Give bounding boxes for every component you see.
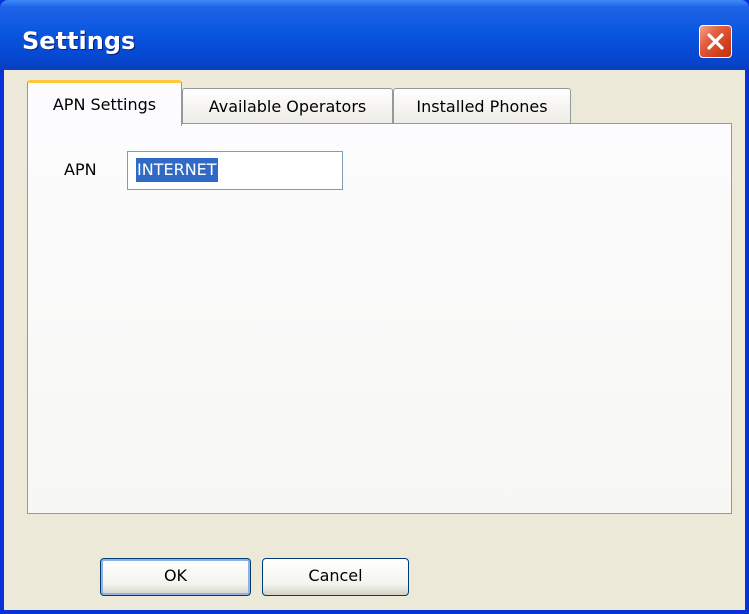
tab-installed-phones[interactable]: Installed Phones: [393, 88, 571, 124]
tab-label: APN Settings: [52, 95, 157, 114]
close-icon: [707, 33, 724, 50]
tab-apn-settings[interactable]: APN Settings: [27, 80, 182, 126]
tab-label: Available Operators: [208, 97, 367, 116]
apn-input-value: INTERNET: [136, 158, 218, 182]
cancel-button[interactable]: Cancel: [262, 558, 409, 596]
apn-input[interactable]: INTERNET: [127, 151, 343, 190]
window-title: Settings: [22, 27, 136, 55]
ok-button[interactable]: OK: [100, 558, 251, 596]
title-bar[interactable]: Settings: [0, 0, 749, 70]
settings-dialog: Settings APN Settings Available Operator…: [0, 0, 749, 614]
apn-label: APN: [64, 160, 97, 179]
tab-available-operators[interactable]: Available Operators: [182, 88, 393, 124]
close-button[interactable]: [699, 25, 732, 58]
tab-label: Installed Phones: [416, 97, 548, 116]
